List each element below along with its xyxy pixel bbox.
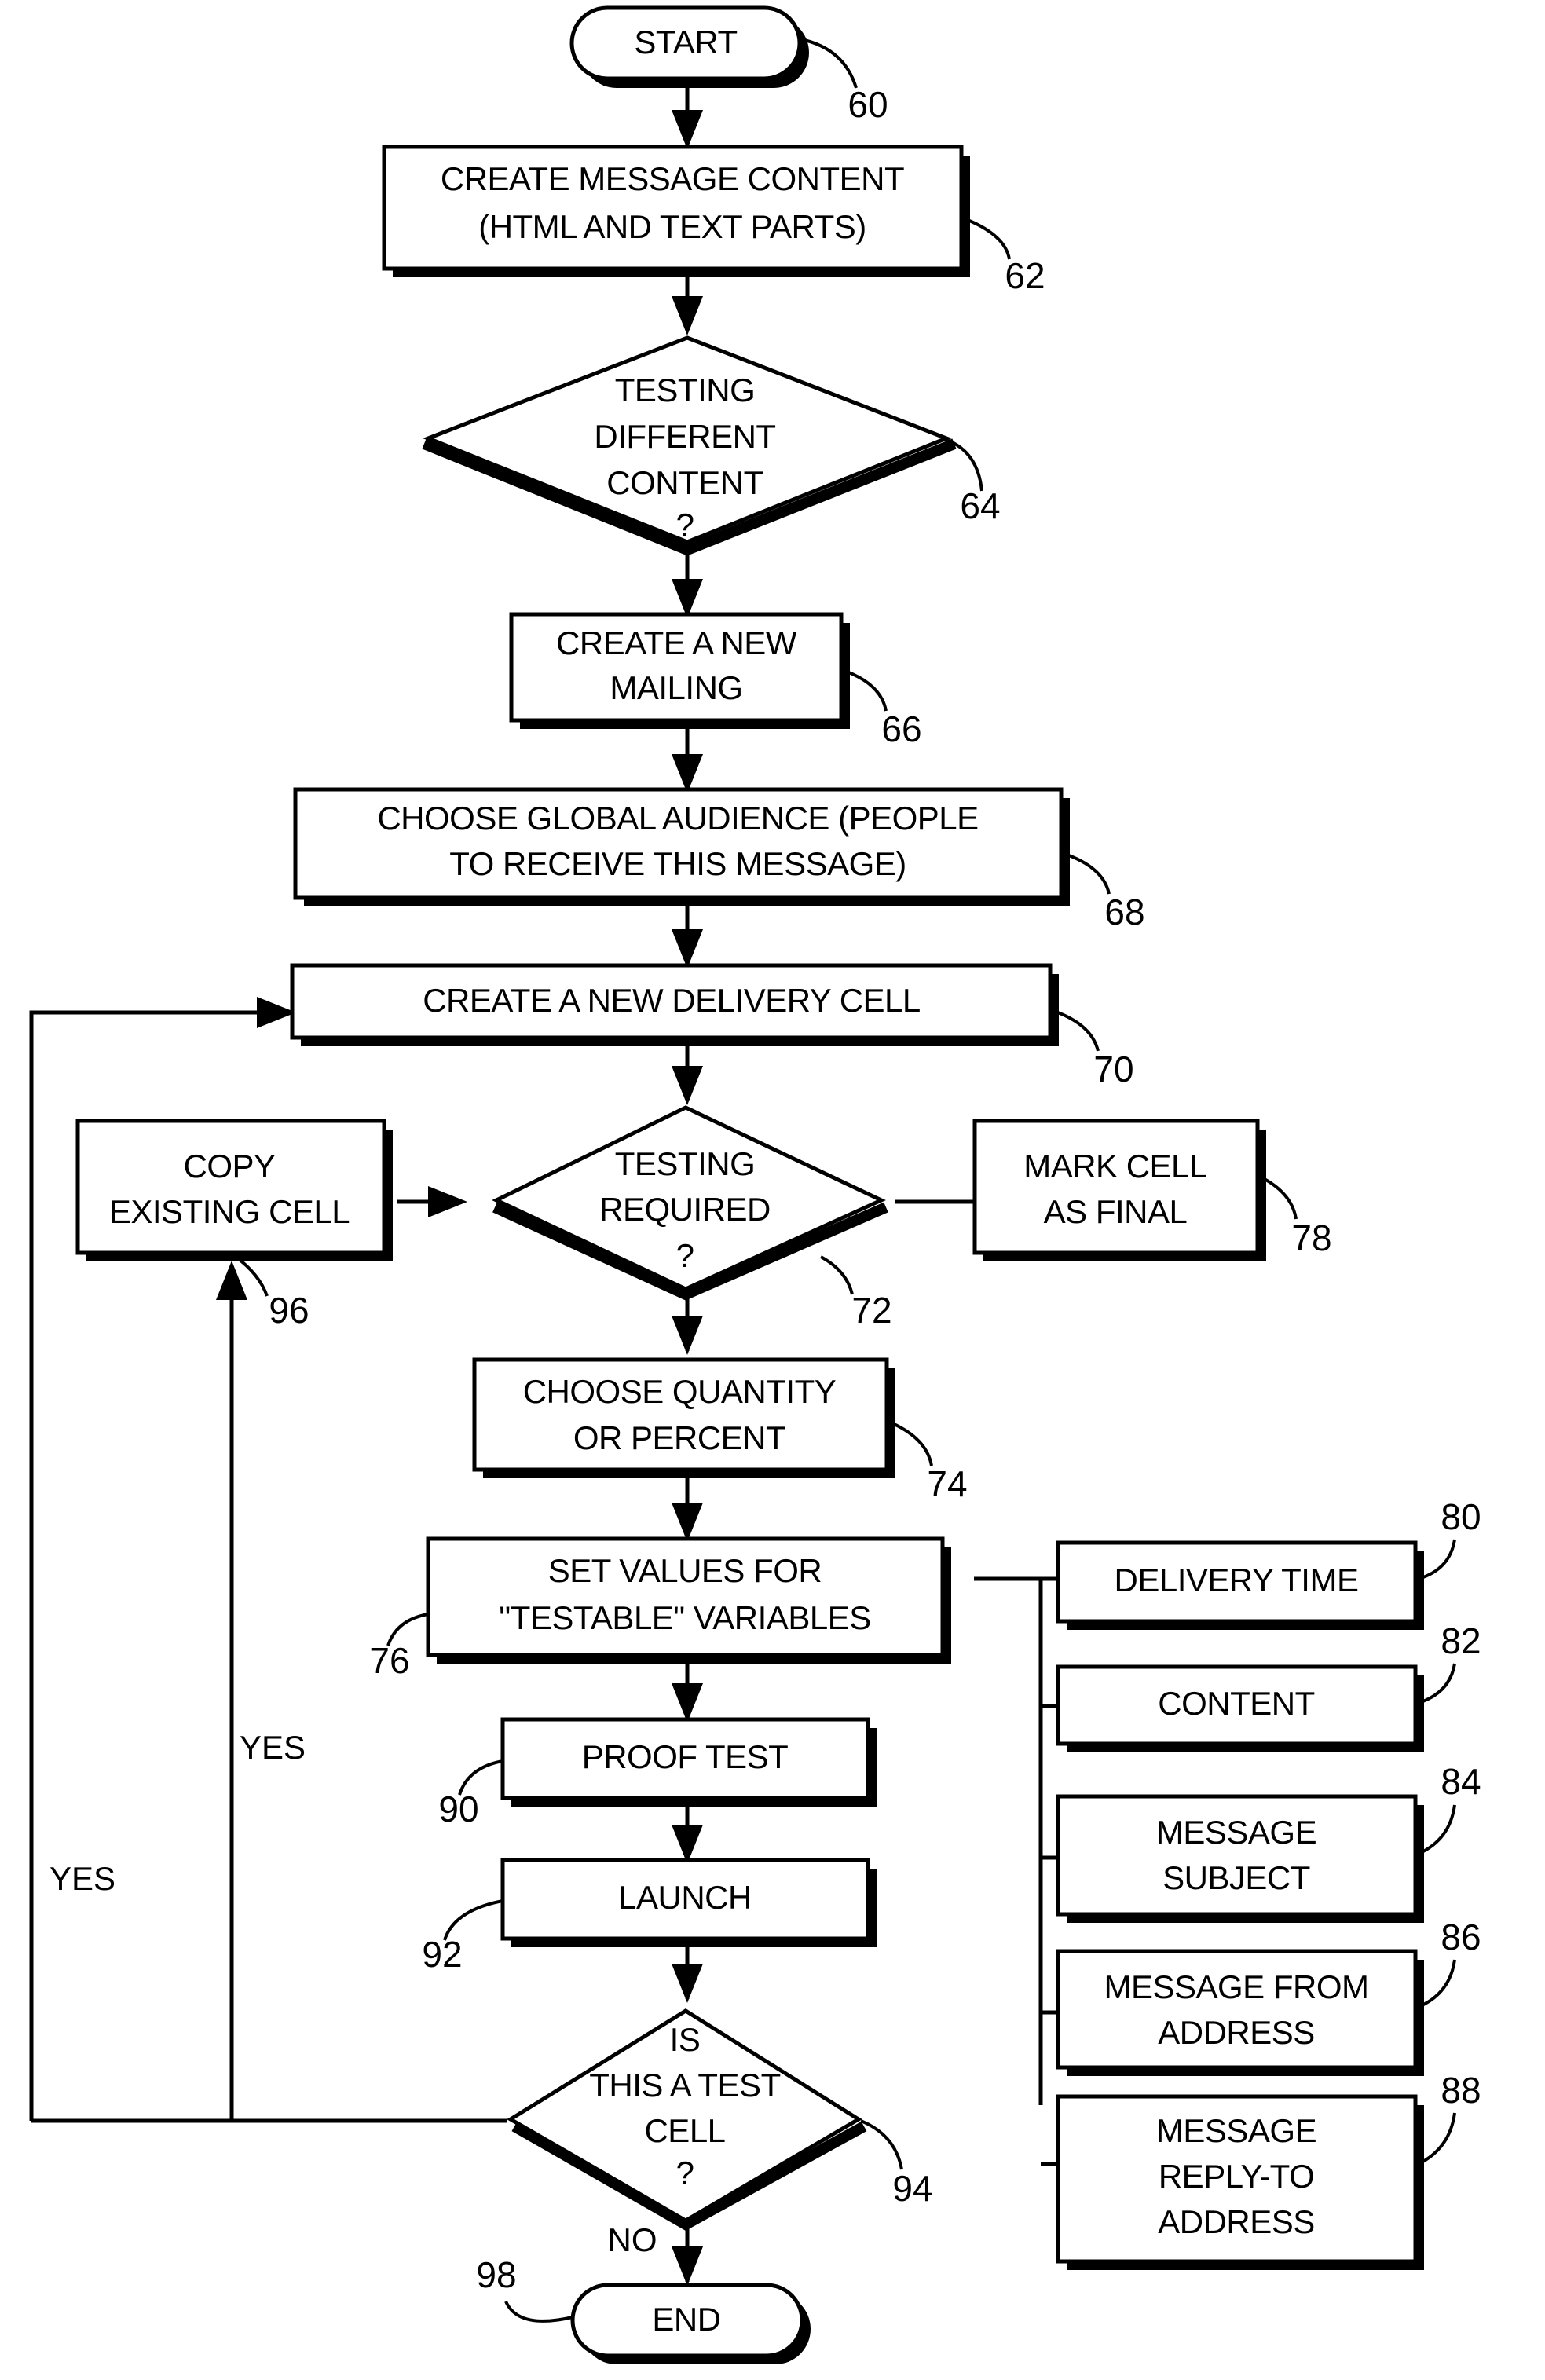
message-subject-line2: SUBJECT xyxy=(1162,1859,1310,1896)
node-copy-existing-cell[interactable]: COPY EXISTING CELL 96 xyxy=(75,1119,393,1331)
copy-cell-ref-leader xyxy=(234,1255,269,1297)
new-mailing-ref-leader xyxy=(846,670,888,712)
new-cell-label: CREATE A NEW DELIVERY CELL xyxy=(423,982,921,1019)
is-test-cell-ref: 94 xyxy=(892,2168,932,2209)
mark-final-line1: MARK CELL xyxy=(1023,1148,1207,1185)
message-from-ref: 86 xyxy=(1441,1917,1481,1957)
node-testing-required[interactable]: TESTING REQUIRED ? 72 xyxy=(492,1105,892,1331)
is-test-cell-line4: ? xyxy=(676,2155,694,2191)
message-from-line2: ADDRESS xyxy=(1158,2014,1315,2051)
flowchart-svg: START 60 CREATE MESSAGE CONTENT (HTML AN… xyxy=(29,5,1481,2364)
mark-final-ref-leader xyxy=(1262,1177,1298,1220)
mark-final-line2: AS FINAL xyxy=(1044,1193,1188,1230)
node-set-values-testable-variables[interactable]: SET VALUES FOR "TESTABLE" VARIABLES 76 xyxy=(369,1536,951,1681)
testing-different-line1: TESTING xyxy=(615,372,756,408)
is-test-cell-line1: IS xyxy=(670,2021,701,2058)
node-content[interactable]: CONTENT 82 xyxy=(1056,1620,1481,1752)
edge-label-no: NO xyxy=(608,2221,657,2258)
new-mailing-ref: 66 xyxy=(881,709,921,749)
testing-different-ref: 64 xyxy=(960,485,1000,526)
message-replyto-line3: ADDRESS xyxy=(1158,2203,1315,2240)
is-test-cell-line2: THIS A TEST xyxy=(589,2067,780,2104)
create-message-ref-leader xyxy=(967,218,1011,260)
audience-ref: 68 xyxy=(1104,892,1144,932)
set-values-line2: "TESTABLE" VARIABLES xyxy=(499,1599,870,1636)
audience-line1: CHOOSE GLOBAL AUDIENCE (PEOPLE xyxy=(377,800,978,837)
quantity-ref: 74 xyxy=(927,1463,967,1504)
node-message-subject[interactable]: MESSAGE SUBJECT 84 xyxy=(1056,1761,1481,1923)
mark-final-shape xyxy=(972,1119,1260,1255)
testing-different-line3: CONTENT xyxy=(606,464,763,501)
mark-final-ref: 78 xyxy=(1291,1217,1331,1258)
testing-required-line1: TESTING xyxy=(615,1145,756,1182)
node-create-new-mailing[interactable]: CREATE A NEW MAILING 66 xyxy=(509,612,922,749)
node-delivery-time[interactable]: DELIVERY TIME 80 xyxy=(1056,1496,1481,1630)
quantity-line2: OR PERCENT xyxy=(573,1419,785,1456)
audience-line2: TO RECEIVE THIS MESSAGE) xyxy=(449,845,906,882)
message-subject-line1: MESSAGE xyxy=(1156,1814,1316,1851)
node-choose-global-audience[interactable]: CHOOSE GLOBAL AUDIENCE (PEOPLE TO RECEIV… xyxy=(293,787,1145,932)
testing-required-ref: 72 xyxy=(851,1290,891,1331)
delivery-time-label: DELIVERY TIME xyxy=(1115,1562,1359,1598)
copy-cell-line1: COPY xyxy=(183,1148,276,1185)
set-values-ref: 76 xyxy=(369,1640,409,1681)
new-cell-ref: 70 xyxy=(1093,1049,1133,1089)
new-mailing-line2: MAILING xyxy=(610,669,742,706)
edge-labels: YES YES NO xyxy=(49,1729,657,2258)
create-message-line2: (HTML AND TEXT PARTS) xyxy=(478,208,866,245)
copy-cell-line2: EXISTING CELL xyxy=(109,1193,350,1230)
node-testing-different-content[interactable]: TESTING DIFFERENT CONTENT ? 64 xyxy=(422,335,1001,556)
edge-label-yes-inner: YES xyxy=(240,1729,306,1766)
node-choose-quantity-or-percent[interactable]: CHOOSE QUANTITY OR PERCENT 74 xyxy=(472,1357,968,1504)
testing-required-line3: ? xyxy=(676,1237,694,1274)
edge-label-yes-outer: YES xyxy=(49,1860,115,1897)
quantity-ref-leader xyxy=(891,1422,933,1466)
flowchart-canvas: START 60 CREATE MESSAGE CONTENT (HTML AN… xyxy=(0,0,1545,2380)
create-message-ref: 62 xyxy=(1005,255,1045,296)
new-cell-ref-leader xyxy=(1055,1010,1100,1052)
node-mark-cell-as-final[interactable]: MARK CELL AS FINAL 78 xyxy=(972,1119,1332,1261)
node-message-from-address[interactable]: MESSAGE FROM ADDRESS 86 xyxy=(1056,1917,1481,2076)
is-test-cell-line3: CELL xyxy=(644,2112,725,2149)
testing-different-line4: ? xyxy=(676,507,694,544)
node-create-message-content[interactable]: CREATE MESSAGE CONTENT (HTML AND TEXT PA… xyxy=(382,145,1045,296)
end-label: END xyxy=(652,2301,720,2338)
start-ref: 60 xyxy=(848,84,888,125)
testing-required-line2: REQUIRED xyxy=(599,1191,771,1228)
end-ref: 98 xyxy=(476,2254,516,2295)
node-message-reply-to-address[interactable]: MESSAGE REPLY-TO ADDRESS 88 xyxy=(1056,2070,1481,2270)
launch-ref: 92 xyxy=(422,1934,462,1975)
is-test-cell-ref-leader xyxy=(860,2119,903,2170)
start-label: START xyxy=(634,24,737,60)
node-end[interactable]: END 98 xyxy=(476,2254,811,2364)
node-proof-test[interactable]: PROOF TEST 90 xyxy=(438,1717,877,1829)
message-replyto-ref: 88 xyxy=(1441,2070,1481,2111)
content-ref: 82 xyxy=(1441,1620,1481,1661)
message-replyto-line2: REPLY-TO xyxy=(1159,2158,1314,2195)
node-start[interactable]: START 60 xyxy=(569,5,888,125)
node-create-new-delivery-cell[interactable]: CREATE A NEW DELIVERY CELL 70 xyxy=(290,963,1134,1089)
message-replyto-line1: MESSAGE xyxy=(1156,2112,1316,2149)
delivery-time-ref: 80 xyxy=(1441,1496,1481,1537)
audience-ref-leader xyxy=(1066,853,1111,895)
node-is-this-a-test-cell[interactable]: IS THIS A TEST CELL ? 94 xyxy=(507,2008,933,2232)
message-from-line1: MESSAGE FROM xyxy=(1104,1968,1368,2005)
new-mailing-line1: CREATE A NEW xyxy=(556,624,797,661)
content-label: CONTENT xyxy=(1158,1685,1315,1722)
quantity-line1: CHOOSE QUANTITY xyxy=(523,1373,837,1410)
proof-test-ref: 90 xyxy=(438,1789,478,1829)
copy-cell-ref: 96 xyxy=(269,1290,309,1331)
edge-set-values-variable-trunk xyxy=(974,1576,1043,2105)
launch-label: LAUNCH xyxy=(618,1879,752,1916)
copy-cell-shape xyxy=(75,1119,386,1255)
end-ref-leader xyxy=(504,2301,573,2323)
create-message-line1: CREATE MESSAGE CONTENT xyxy=(441,160,904,197)
start-ref-leader xyxy=(800,38,858,89)
testing-required-ref-leader xyxy=(820,1255,854,1295)
node-launch[interactable]: LAUNCH 92 xyxy=(422,1858,877,1975)
testing-different-line2: DIFFERENT xyxy=(594,418,775,455)
message-subject-ref: 84 xyxy=(1441,1761,1481,1802)
set-values-line1: SET VALUES FOR xyxy=(548,1552,822,1589)
proof-test-label: PROOF TEST xyxy=(582,1738,789,1775)
